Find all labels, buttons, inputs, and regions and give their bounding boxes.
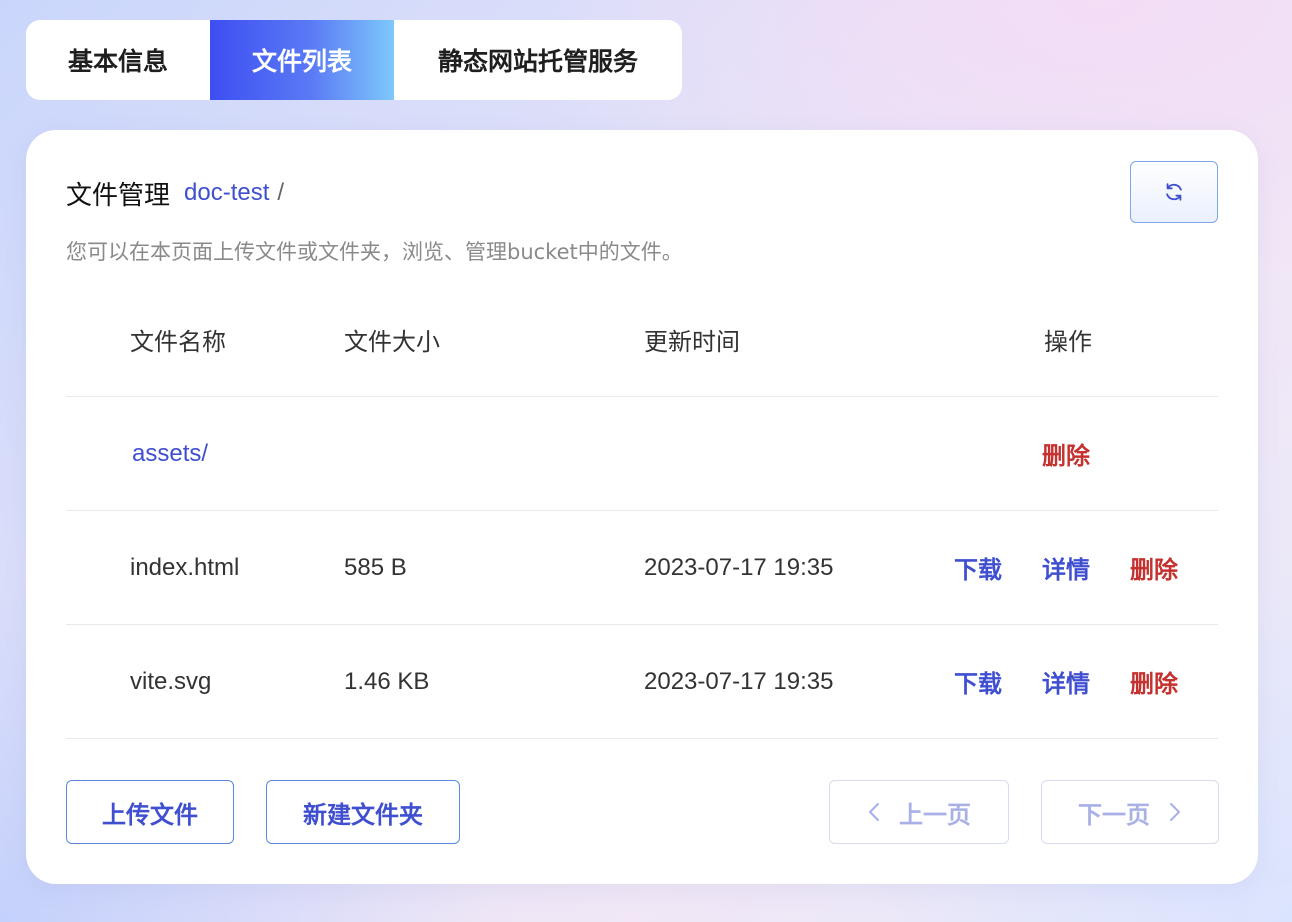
chevron-left-icon [867,801,881,823]
tab-static-hosting[interactable]: 静态网站托管服务 [394,20,682,100]
file-table: 文件名称 文件大小 更新时间 操作 assets/ 删除 index.html … [66,282,1218,739]
download-link[interactable]: 下载 [954,511,1002,624]
next-page-button[interactable]: 下一页 [1041,780,1219,844]
folder-link[interactable]: assets/ [132,397,208,510]
table-row: assets/ 删除 [66,397,1218,511]
details-link[interactable]: 详情 [1042,625,1090,738]
delete-link[interactable]: 删除 [1042,397,1090,510]
prev-page-button[interactable]: 上一页 [829,780,1009,844]
file-name: index.html [130,553,240,581]
breadcrumb-separator: / [277,179,285,206]
refresh-button[interactable] [1130,161,1218,223]
details-link[interactable]: 详情 [1042,511,1090,624]
file-name: vite.svg [130,667,212,695]
file-size: 1.46 KB [344,667,430,695]
upload-file-button[interactable]: 上传文件 [66,780,234,844]
file-updated-time: 2023-07-17 19:35 [644,667,834,695]
column-header-name: 文件名称 [130,327,226,356]
column-header-actions: 操作 [1044,327,1092,356]
table-row: index.html 585 B 2023-07-17 19:35 下载 详情 … [66,511,1218,625]
table-header: 文件名称 文件大小 更新时间 操作 [66,282,1218,397]
column-header-size: 文件大小 [344,327,440,356]
breadcrumb-bucket-link[interactable]: doc-test [184,179,269,207]
prev-page-label: 上一页 [899,800,971,829]
file-size: 585 B [344,553,407,581]
row-actions: 下载 详情 删除 [954,625,1218,738]
chevron-right-icon [1168,801,1182,823]
column-header-updated: 更新时间 [644,327,740,356]
page-title: 文件管理 [66,180,171,211]
breadcrumb: 文件管理 doc-test / [66,174,284,212]
row-actions: 删除 [954,397,1218,510]
next-page-label: 下一页 [1078,800,1150,829]
tab-file-list[interactable]: 文件列表 [210,20,394,100]
delete-link[interactable]: 删除 [1130,511,1178,624]
tab-basic-info[interactable]: 基本信息 [26,20,210,100]
delete-link[interactable]: 删除 [1130,625,1178,738]
tab-bar: 基本信息 文件列表 静态网站托管服务 [26,20,682,100]
row-actions: 下载 详情 删除 [954,511,1218,624]
page-description: 您可以在本页面上传文件或文件夹，浏览、管理bucket中的文件。 [66,240,683,264]
table-row: vite.svg 1.46 KB 2023-07-17 19:35 下载 详情 … [66,625,1218,739]
refresh-icon [1166,183,1182,201]
file-manager-card: 文件管理 doc-test / 您可以在本页面上传文件或文件夹，浏览、管理buc… [26,130,1258,884]
file-updated-time: 2023-07-17 19:35 [644,553,834,581]
new-folder-button[interactable]: 新建文件夹 [266,780,460,844]
download-link[interactable]: 下载 [954,625,1002,738]
